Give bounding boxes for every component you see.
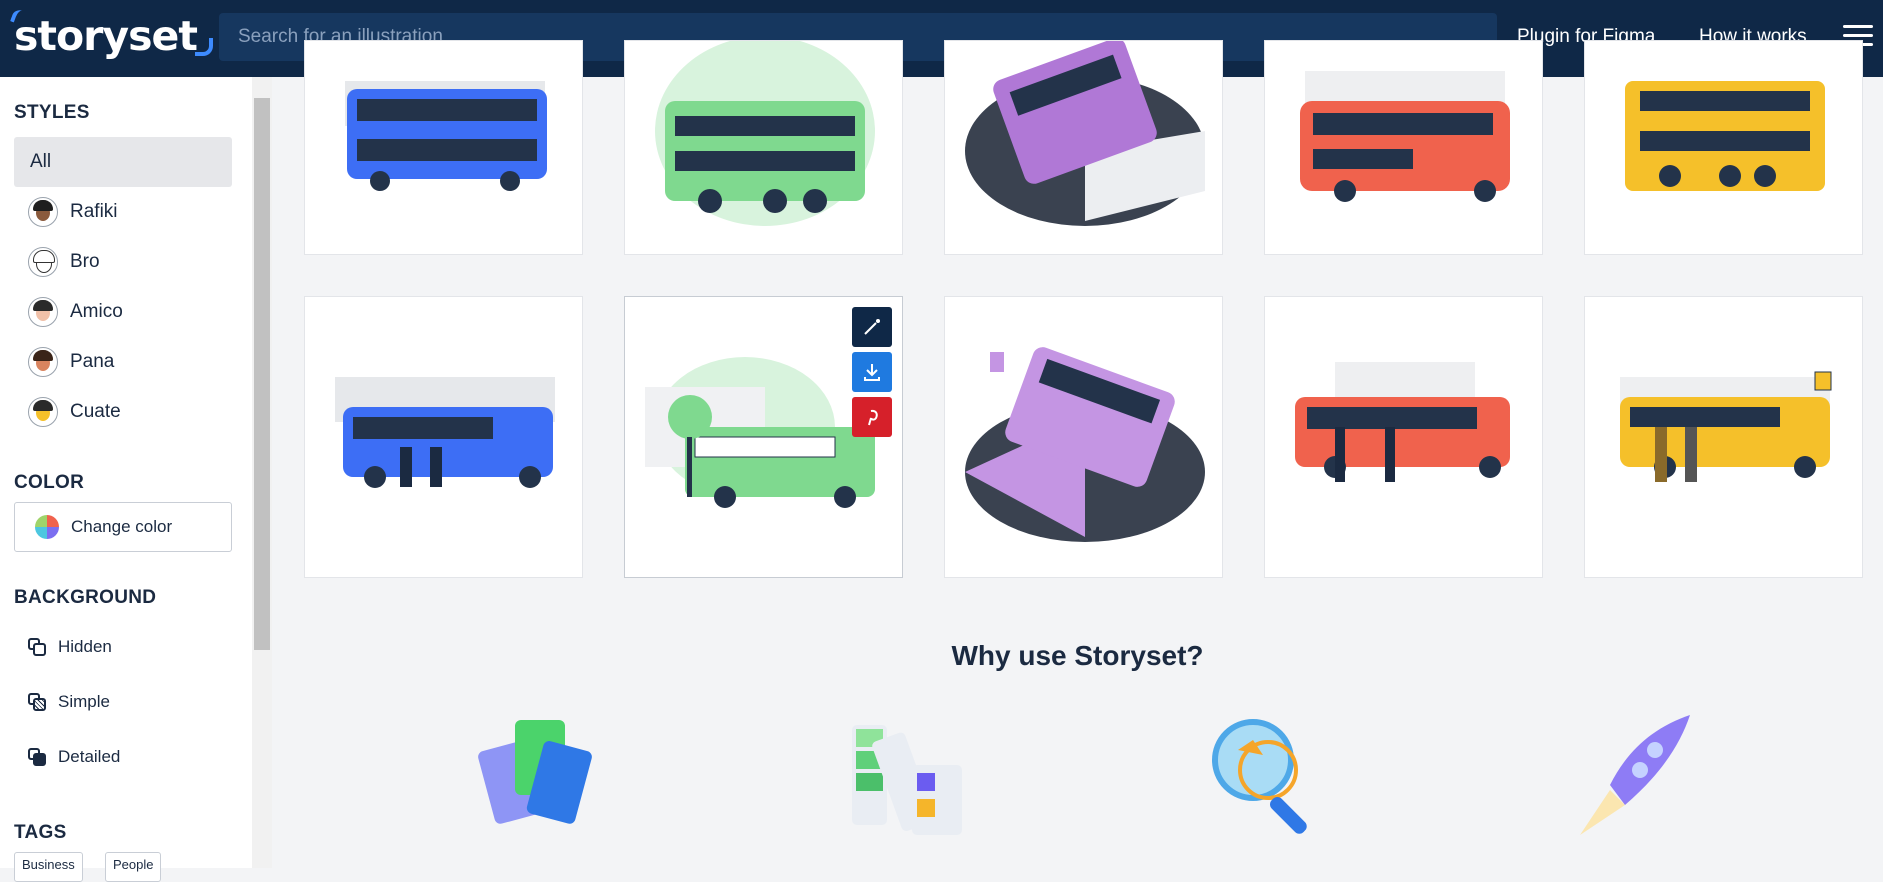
color-heading: COLOR [14, 472, 85, 493]
style-label: Rafiki [70, 201, 118, 222]
school-bus-yellow-illustration [1620, 371, 1832, 482]
style-pana[interactable]: Pana [14, 337, 232, 387]
magic-wand-icon [864, 319, 880, 335]
rocket-feature-icon [1570, 715, 1695, 845]
style-amico[interactable]: Amico [14, 287, 232, 337]
background-detailed-option[interactable]: Detailed [28, 747, 120, 767]
double-decker-bus-blue-illustration [345, 81, 547, 191]
illustration-card[interactable] [1584, 40, 1863, 255]
background-hidden-option[interactable]: Hidden [28, 637, 112, 657]
double-decker-bus-purple-illustration [965, 41, 1205, 226]
illustration-card[interactable] [944, 296, 1223, 578]
rafiki-avatar-icon [28, 197, 58, 227]
illustration-card[interactable] [1264, 296, 1543, 578]
background-option-label: Hidden [58, 637, 112, 656]
color-wheel-icon [35, 515, 59, 539]
style-label: Bro [70, 251, 100, 272]
style-rafiki[interactable]: Rafiki [14, 187, 232, 237]
palette-feature-icon [842, 715, 967, 845]
background-option-label: Detailed [58, 747, 121, 766]
school-bus-blue-illustration [335, 377, 555, 488]
illustration-card[interactable] [944, 40, 1223, 255]
illustration-card[interactable] [304, 40, 583, 255]
pinterest-icon [868, 409, 878, 426]
pinterest-button[interactable] [852, 397, 892, 437]
storyset-logo[interactable]: storyset [10, 8, 213, 60]
cuate-avatar-icon [28, 397, 58, 427]
download-icon [864, 364, 880, 381]
school-bus-purple-illustration [965, 347, 1205, 542]
pana-avatar-icon [28, 347, 58, 377]
background-simple-icon [28, 693, 46, 711]
card-actions [852, 307, 892, 442]
background-heading: BACKGROUND [14, 587, 157, 608]
logo-tail-icon [194, 38, 213, 56]
background-hidden-icon [28, 638, 46, 656]
why-use-storyset-heading: Why use Storyset? [951, 640, 1204, 671]
illustration-card[interactable] [624, 40, 903, 255]
style-bro[interactable]: Bro [14, 237, 232, 287]
tags-heading: TAGS [14, 822, 67, 843]
illustration-card[interactable] [1264, 40, 1543, 255]
background-option-label: Simple [58, 692, 110, 711]
style-label: All [30, 151, 52, 172]
styles-heading: STYLES [14, 102, 90, 123]
double-decker-bus-yellow-illustration [1625, 81, 1825, 191]
tag-business[interactable]: Business [14, 852, 83, 882]
sidebar-scrollbar-thumb[interactable] [254, 98, 270, 650]
change-color-label: Change color [71, 517, 173, 536]
style-all[interactable]: All [14, 137, 232, 187]
school-bus-red-illustration [1295, 362, 1510, 482]
amico-avatar-icon [28, 297, 58, 327]
edit-magic-wand-button[interactable] [852, 307, 892, 347]
style-label: Cuate [70, 401, 121, 422]
bro-avatar-icon [28, 247, 58, 277]
background-simple-option[interactable]: Simple [28, 692, 110, 712]
style-label: Amico [70, 301, 123, 322]
style-cuate[interactable]: Cuate [14, 387, 232, 437]
bus-red-illustration [1300, 71, 1510, 202]
illustration-card[interactable] [304, 296, 583, 578]
download-button[interactable] [852, 352, 892, 392]
illustration-card[interactable] [1584, 296, 1863, 578]
background-detailed-icon [28, 748, 46, 766]
cards-feature-icon [475, 715, 600, 845]
filters-sidebar: STYLES All Rafiki Bro Amico Pana Cuate C… [0, 77, 252, 868]
change-color-button[interactable]: Change color [14, 502, 232, 552]
double-decker-bus-green-illustration [655, 41, 875, 226]
tag-people[interactable]: People [105, 852, 162, 882]
magnifier-feature-icon [1203, 715, 1328, 845]
logo-text: storyset [14, 12, 198, 60]
style-label: Pana [70, 351, 115, 372]
